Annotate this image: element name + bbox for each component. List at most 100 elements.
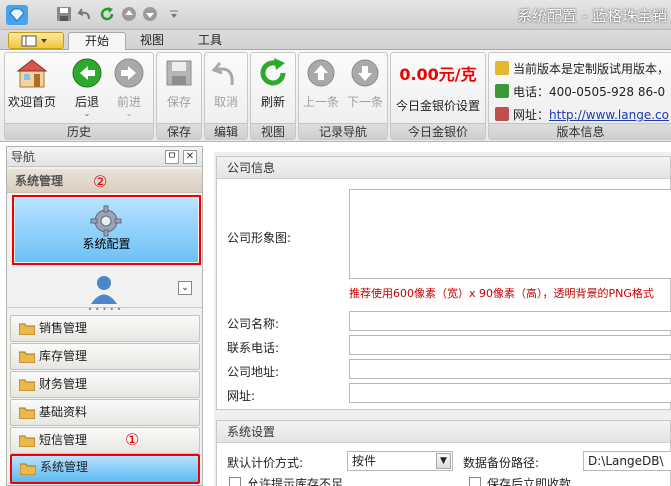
save-group-label: 保存 xyxy=(157,123,201,139)
back-button[interactable]: 后退 ⌄ xyxy=(63,57,111,118)
pricing-method-value: 按件 xyxy=(352,454,377,468)
auto-receive-checkbox[interactable] xyxy=(469,477,481,486)
save-label: 保存 xyxy=(166,95,191,109)
phone-value: 400-0505-928 86-0 xyxy=(549,85,666,99)
up-arrow-icon xyxy=(307,59,335,87)
annotation-marker-2: ② xyxy=(93,172,108,191)
contact-phone-input[interactable] xyxy=(349,335,671,355)
nav-item-basic-data[interactable]: 基础资料 xyxy=(10,399,200,426)
chevron-down-icon[interactable]: ⌄ xyxy=(178,281,192,295)
refresh-label: 刷新 xyxy=(260,95,285,109)
app-menu-icon xyxy=(21,35,47,47)
down-quick-icon[interactable] xyxy=(142,6,158,22)
view-group: 刷新 视图 xyxy=(250,52,296,140)
undo-quick-icon[interactable] xyxy=(77,6,93,22)
backup-path-input[interactable]: D:\LangeDB\ xyxy=(583,451,671,471)
gold-price-setting-button[interactable]: 今日金银价设置 xyxy=(391,97,485,114)
forward-arrow-icon xyxy=(114,58,144,88)
home-label: 欢迎首页 xyxy=(7,95,56,109)
refresh-button[interactable]: 刷新 xyxy=(249,57,297,110)
company-image-label: 公司形象图: xyxy=(227,231,292,245)
company-info-box: 公司信息 公司形象图: 推荐使用600像素（宽）x 90像素（高），透明背景的P… xyxy=(216,156,671,410)
phone-label: 电话： xyxy=(513,85,550,99)
version-notice: 当前版本是定制版试用版本， xyxy=(495,60,669,77)
undo-icon xyxy=(211,62,234,86)
close-icon[interactable]: ✕ xyxy=(183,150,197,164)
cancel-button[interactable]: 取消 xyxy=(202,57,250,110)
save-group: 保存 保存 xyxy=(156,52,202,140)
nav-header: 导航 ㅁ ✕ xyxy=(7,147,202,167)
pricing-method-label: 默认计价方式: xyxy=(227,456,304,470)
nav-item-sales[interactable]: 销售管理 xyxy=(10,315,200,342)
folder-icon xyxy=(19,323,35,335)
system-config-tile: 系统配置 xyxy=(15,198,198,262)
company-image-hint: 推荐使用600像素（宽）x 90像素（高），透明背景的PNG格式 xyxy=(349,287,654,300)
website-input[interactable] xyxy=(349,383,671,403)
edit-group-label: 编辑 xyxy=(205,123,247,139)
next-record-button[interactable]: 下一条 xyxy=(341,57,389,110)
back-label: 后退 xyxy=(74,95,99,109)
tab-view[interactable]: 视图 xyxy=(124,32,180,50)
forward-dropdown-icon[interactable]: ⌄ xyxy=(105,109,153,118)
ribbon-tabs: 开始 视图 工具 xyxy=(0,30,671,50)
refresh-icon xyxy=(260,58,286,86)
pricing-method-select[interactable]: 按件 ▼ xyxy=(347,451,453,471)
nav-item-system[interactable]: 系统管理 xyxy=(10,454,200,484)
panel-splitter[interactable]: • • • • • xyxy=(7,306,202,314)
version-phone: 电话：400-0505-928 86-0 xyxy=(495,83,665,100)
home-button[interactable]: 欢迎首页 xyxy=(7,57,57,110)
system-settings-title: 系统设置 xyxy=(217,421,670,443)
section-title: 系统管理 xyxy=(15,174,64,188)
nav-item-inventory[interactable]: 库存管理 xyxy=(10,343,200,370)
nav-item-finance[interactable]: 财务管理 xyxy=(10,371,200,398)
folder-icon xyxy=(19,407,35,419)
version-notice-text: 当前版本是定制版试用版本， xyxy=(513,62,670,76)
up-quick-icon[interactable] xyxy=(121,6,137,22)
company-image-field[interactable] xyxy=(349,189,671,279)
company-name-label: 公司名称: xyxy=(227,317,280,331)
site-link[interactable]: http://www.lange.co xyxy=(549,108,669,122)
stock-prompt-checkbox[interactable] xyxy=(229,477,241,486)
gold-price-group: 0.00元/克 今日金银价设置 今日金银价 xyxy=(390,52,486,140)
nav-item-label: 库存管理 xyxy=(39,349,88,363)
user-avatar-icon xyxy=(91,276,117,304)
backup-path-value: D:\LangeDB\ xyxy=(588,454,664,468)
save-quick-icon[interactable] xyxy=(56,6,72,22)
nav-item-label: 系统管理 xyxy=(40,460,89,474)
version-site: 网址：http://www.lange.co xyxy=(495,106,669,123)
system-config-button[interactable]: 系统配置 xyxy=(12,195,201,265)
refresh-quick-icon[interactable] xyxy=(99,6,115,22)
history-group-label: 历史 xyxy=(5,123,153,139)
folder-icon xyxy=(19,351,35,363)
nav-item-sms[interactable]: 短信管理 ① xyxy=(10,427,200,454)
company-name-input[interactable] xyxy=(349,311,671,331)
version-group: 当前版本是定制版试用版本， 电话：400-0505-928 86-0 网址：ht… xyxy=(488,52,671,140)
down-arrow-icon xyxy=(351,59,379,87)
company-info-title: 公司信息 xyxy=(217,157,670,179)
diamond-logo-icon[interactable] xyxy=(6,5,28,25)
company-address-input[interactable] xyxy=(349,359,671,379)
chevron-down-icon[interactable]: ▼ xyxy=(436,453,451,469)
pin-icon[interactable]: ㅁ xyxy=(165,150,179,164)
content-area: 公司信息 公司形象图: 推荐使用600像素（宽）x 90像素（高），透明背景的P… xyxy=(214,152,671,486)
nav-item-label: 基础资料 xyxy=(39,405,88,419)
section-header: 系统管理 ② xyxy=(7,169,202,193)
save-button[interactable]: 保存 xyxy=(155,57,203,110)
save-icon xyxy=(166,60,192,86)
tab-start[interactable]: 开始 xyxy=(68,32,127,50)
app-menu-button[interactable] xyxy=(8,32,64,49)
nav-item-label: 财务管理 xyxy=(39,377,88,391)
prev-record-button[interactable]: 上一条 xyxy=(297,57,345,110)
tab-tools[interactable]: 工具 xyxy=(182,32,238,50)
back-dropdown-icon[interactable]: ⌄ xyxy=(63,109,111,118)
folder-icon xyxy=(19,435,35,447)
notice-icon xyxy=(495,61,509,75)
forward-button[interactable]: 前进 ⌄ xyxy=(105,57,153,118)
title-bar: 系统配置 - 蓝格珠宝销 xyxy=(0,0,671,30)
edit-group: 取消 编辑 xyxy=(204,52,248,140)
customize-quick-access-icon[interactable] xyxy=(168,6,180,22)
auto-receive-label: 保存后立即收款 xyxy=(487,477,572,486)
version-group-label: 版本信息 xyxy=(489,123,671,139)
gold-price-value: 0.00元/克 xyxy=(399,65,477,84)
forward-label: 前进 xyxy=(116,95,141,109)
